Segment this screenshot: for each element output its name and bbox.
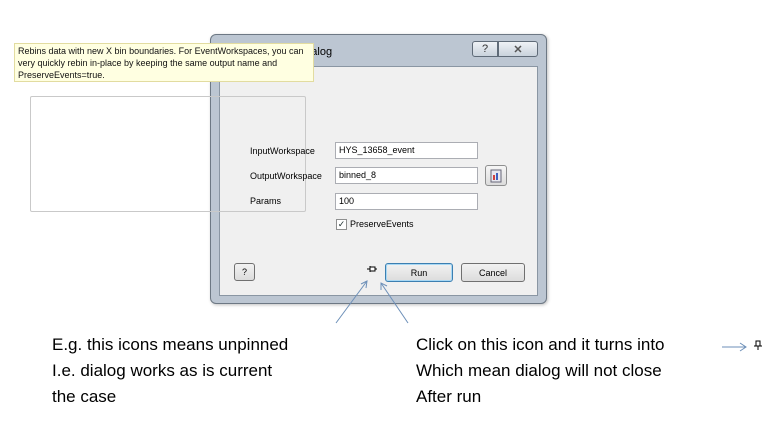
right-caption-line: After run: [416, 387, 482, 406]
arrow-left: [335, 280, 368, 324]
left-caption-line: I.e. dialog works as is current: [52, 361, 273, 380]
right-caption-line: Which mean dialog will not close: [416, 361, 662, 380]
right-caption: Click on this icon and it turns into Whi…: [416, 332, 665, 410]
left-caption: E.g. this icons means unpinned I.e. dial…: [52, 332, 288, 410]
left-caption-line: E.g. this icons means unpinned: [52, 335, 289, 354]
pin-pinned-icon: [754, 340, 762, 350]
right-caption-line: Click on this icon and it turns into: [416, 335, 665, 354]
arrow-right: [380, 282, 409, 324]
left-caption-line: the case: [52, 387, 117, 406]
